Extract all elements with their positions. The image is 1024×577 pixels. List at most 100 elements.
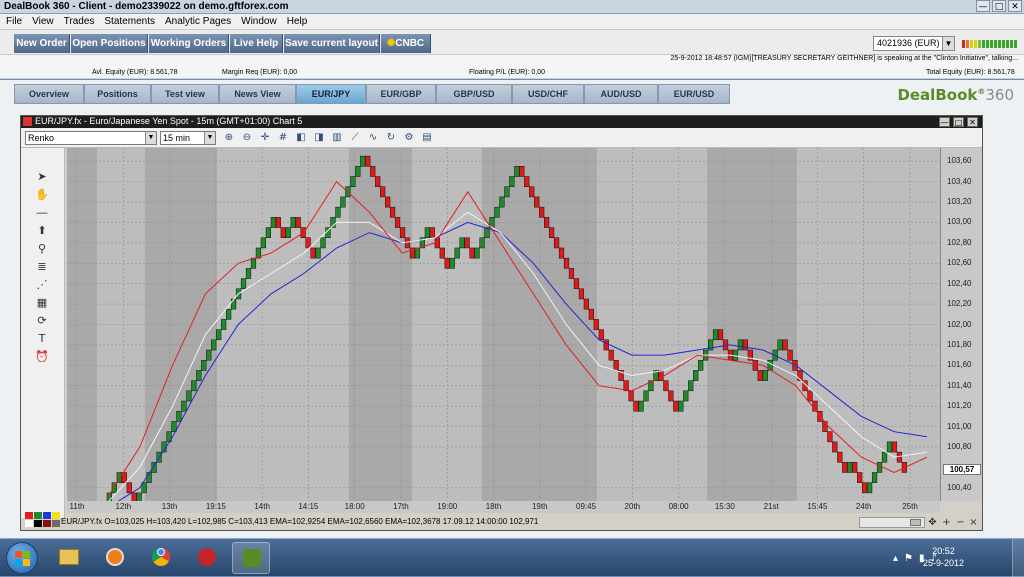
connection-signal-icon (962, 40, 1017, 48)
media-player-taskbar-icon[interactable] (96, 542, 134, 574)
price-tick-label: 101,00 (947, 421, 972, 431)
menu-window[interactable]: Window (241, 16, 277, 27)
grid-icon[interactable]: # (276, 131, 290, 145)
chart-type-select[interactable]: Renko ▼ (25, 131, 157, 145)
alarm-icon[interactable]: ⏰ (35, 350, 49, 364)
tab-eur-jpy[interactable]: EUR/JPY (296, 84, 366, 104)
renko-brick-down (529, 186, 535, 198)
tab-gbp-usd[interactable]: GBP/USD (436, 84, 512, 104)
clock-time: 20:52 (932, 546, 955, 556)
menu-trades[interactable]: Trades (64, 16, 95, 27)
renko-brick-down (305, 237, 311, 249)
news-text[interactable]: 25-9-2012 18:48:57 (IGM)[TREASURY SECRET… (671, 55, 1018, 62)
explorer-taskbar-icon[interactable] (50, 542, 88, 574)
chart-close-button[interactable]: ✕ (967, 117, 978, 127)
open-positions-button[interactable]: Open Positions (71, 34, 148, 53)
refresh-icon[interactable]: ↻ (384, 131, 398, 145)
zoom-in-icon[interactable]: ⊕ (222, 131, 236, 145)
renko-brick-down (126, 482, 132, 494)
scroll-left-icon[interactable]: ◧ (294, 131, 308, 145)
live-help-button[interactable]: Live Help (230, 34, 283, 53)
fan-icon[interactable]: ⋰ (35, 278, 49, 292)
calculator-icon[interactable]: ▦ (35, 296, 49, 310)
tab-eur-gbp[interactable]: EUR/GBP (366, 84, 436, 104)
move-icon[interactable]: ✥ (927, 517, 938, 528)
menu-help[interactable]: Help (287, 16, 308, 27)
settings-icon[interactable]: ⚙ (402, 131, 416, 145)
crosshair-icon[interactable]: ✛ (258, 131, 272, 145)
menu-analytic-pages[interactable]: Analytic Pages (165, 16, 231, 27)
tray-arrow-icon[interactable]: ▴ (893, 553, 898, 564)
renko-brick-down (593, 319, 599, 330)
tab-positions[interactable]: Positions (84, 84, 151, 104)
zoom-minus-icon[interactable]: − (955, 517, 966, 528)
renko-brick-down (444, 257, 450, 269)
tab-test-view[interactable]: Test view (151, 84, 219, 104)
account-selector[interactable]: 4021936 (EUR) ▼ (873, 36, 955, 51)
windows-taskbar: ▴ ⚑ ▮ ♪ 20:52 25-9-2012 (0, 538, 1024, 577)
renko-brick-down (295, 217, 301, 228)
maximize-button[interactable]: □ (992, 0, 1006, 12)
time-tick-label: 15:30 (714, 502, 735, 511)
equity-bar: Avl. Equity (EUR): 8.561,78 Margin Req (… (0, 66, 1024, 79)
window-title: DealBook 360 - Client - demo2339022 on d… (4, 1, 289, 12)
scrollbar-thumb[interactable] (910, 519, 921, 526)
close-button[interactable]: ✕ (1008, 0, 1022, 12)
flag-icon[interactable]: ⚑ (904, 553, 913, 564)
cnbc-button[interactable]: ✺CNBC (381, 34, 431, 53)
bull-app-taskbar-icon[interactable] (188, 542, 226, 574)
timeframe-select[interactable]: 15 min ▼ (160, 131, 216, 145)
tab-news-view[interactable]: News View (219, 84, 296, 104)
menu-statements[interactable]: Statements (104, 16, 155, 27)
line-tool-icon[interactable]: ― (35, 206, 49, 220)
chart-maximize-button[interactable]: □ (953, 117, 964, 127)
chrome-taskbar-icon[interactable] (142, 542, 180, 574)
renko-brick-up (230, 298, 237, 310)
working-orders-button[interactable]: Working Orders (149, 34, 229, 53)
time-tick-label: 25th (902, 502, 918, 511)
price-tick-label: 102,00 (947, 319, 972, 329)
dealbook-taskbar-icon[interactable] (232, 542, 270, 574)
text-tool-icon[interactable]: T (35, 332, 49, 346)
menu-view[interactable]: View (32, 16, 54, 27)
time-tick-label: 18:00 (344, 502, 365, 511)
fit-icon[interactable]: × (968, 517, 979, 528)
zoom-out-icon[interactable]: ⊖ (240, 131, 254, 145)
tab-usd-chf[interactable]: USD/CHF (512, 84, 584, 104)
tab-aud-usd[interactable]: AUD/USD (584, 84, 658, 104)
color-palette[interactable] (25, 512, 60, 527)
fibonacci-icon[interactable]: ≣ (35, 260, 49, 274)
new-order-button[interactable]: New Order (14, 34, 70, 53)
minimize-button[interactable]: — (976, 0, 990, 12)
chart-scrollbar[interactable] (859, 517, 925, 528)
renko-brick-up (206, 349, 212, 361)
magnifier-icon[interactable]: ⚲ (35, 242, 49, 256)
arrow-up-icon[interactable]: ⬆ (35, 224, 49, 238)
renko-brick-up (340, 196, 346, 208)
clock[interactable]: 20:52 25-9-2012 (923, 545, 964, 569)
chart-plot-area[interactable] (67, 148, 940, 501)
chart-minimize-button[interactable]: — (939, 117, 950, 127)
bar-chart-icon[interactable]: ▥ (330, 131, 344, 145)
renko-brick-down (365, 155, 371, 167)
renko-brick-down (673, 400, 679, 412)
line-chart-icon[interactable]: ⟋ (348, 131, 362, 145)
zoom-plus-icon[interactable]: + (941, 517, 952, 528)
tab-overview[interactable]: Overview (14, 84, 84, 104)
price-tick-label: 103,00 (947, 217, 972, 227)
indicator-icon[interactable]: ∿ (366, 131, 380, 145)
pointer-icon[interactable]: ➤ (35, 170, 49, 184)
renko-brick-down (583, 298, 589, 310)
scroll-right-icon[interactable]: ◨ (312, 131, 326, 145)
print-icon[interactable]: ▤ (420, 131, 434, 145)
renko-chart[interactable] (67, 148, 940, 501)
renko-brick-up (270, 217, 276, 228)
cycle-icon[interactable]: ⟳ (35, 314, 49, 328)
show-desktop-button[interactable] (1012, 539, 1024, 577)
menu-file[interactable]: File (6, 16, 22, 27)
start-button[interactable] (6, 542, 38, 574)
save-layout-button[interactable]: Save current layout (284, 34, 380, 53)
tab-eur-usd[interactable]: EUR/USD (658, 84, 730, 104)
hand-icon[interactable]: ✋ (35, 188, 49, 202)
renko-brick-down (588, 308, 594, 320)
